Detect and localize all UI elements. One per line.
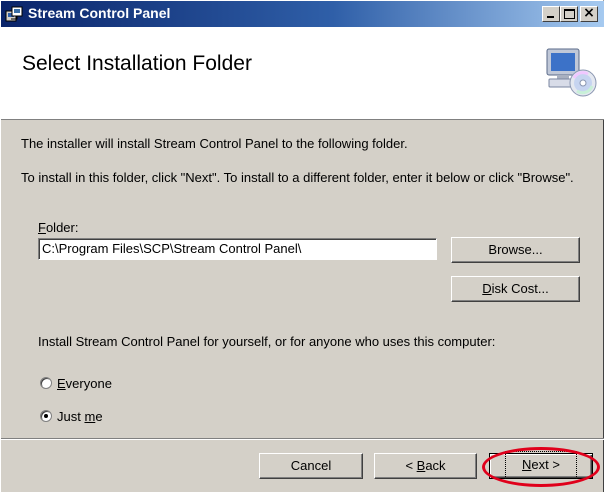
folder-path-input[interactable]: C:\Program Files\SCP\Stream Control Pane… xyxy=(38,238,437,260)
minimize-button[interactable] xyxy=(542,6,560,22)
computer-cd-icon xyxy=(546,48,597,97)
page-title: Select Installation Folder xyxy=(22,52,252,75)
close-icon: × xyxy=(583,5,595,21)
install-for-label: Install Stream Control Panel for yoursel… xyxy=(38,334,496,349)
just-me-radio[interactable] xyxy=(40,410,52,422)
maximize-button[interactable] xyxy=(560,6,578,22)
title-bar[interactable]: Stream Control Panel × xyxy=(1,1,604,27)
description-line-2: To install in this folder, click "Next".… xyxy=(21,170,574,185)
wizard-header: Select Installation Folder xyxy=(1,27,604,120)
back-button[interactable]: < Back xyxy=(374,453,477,479)
installer-app-icon xyxy=(5,6,23,22)
just-me-label[interactable]: Just me xyxy=(57,409,103,424)
radio-selected-dot xyxy=(44,414,48,418)
close-button[interactable]: × xyxy=(580,5,598,22)
folder-label: Folder: xyxy=(38,220,79,235)
next-button-highlight-ring xyxy=(482,447,600,487)
browse-button[interactable]: Browse... xyxy=(451,237,580,263)
everyone-label[interactable]: Everyone xyxy=(57,376,112,391)
minimize-icon xyxy=(547,16,554,18)
disk-cost-button[interactable]: Disk Cost... xyxy=(451,276,580,302)
cancel-button[interactable]: Cancel xyxy=(259,453,363,479)
maximize-icon xyxy=(564,9,575,19)
footer-separator-highlight xyxy=(1,439,604,440)
installer-window: Stream Control Panel × Select Installati… xyxy=(0,0,604,492)
description-line-1: The installer will install Stream Contro… xyxy=(21,136,408,151)
everyone-radio[interactable] xyxy=(40,377,52,389)
window-title: Stream Control Panel xyxy=(28,5,171,21)
